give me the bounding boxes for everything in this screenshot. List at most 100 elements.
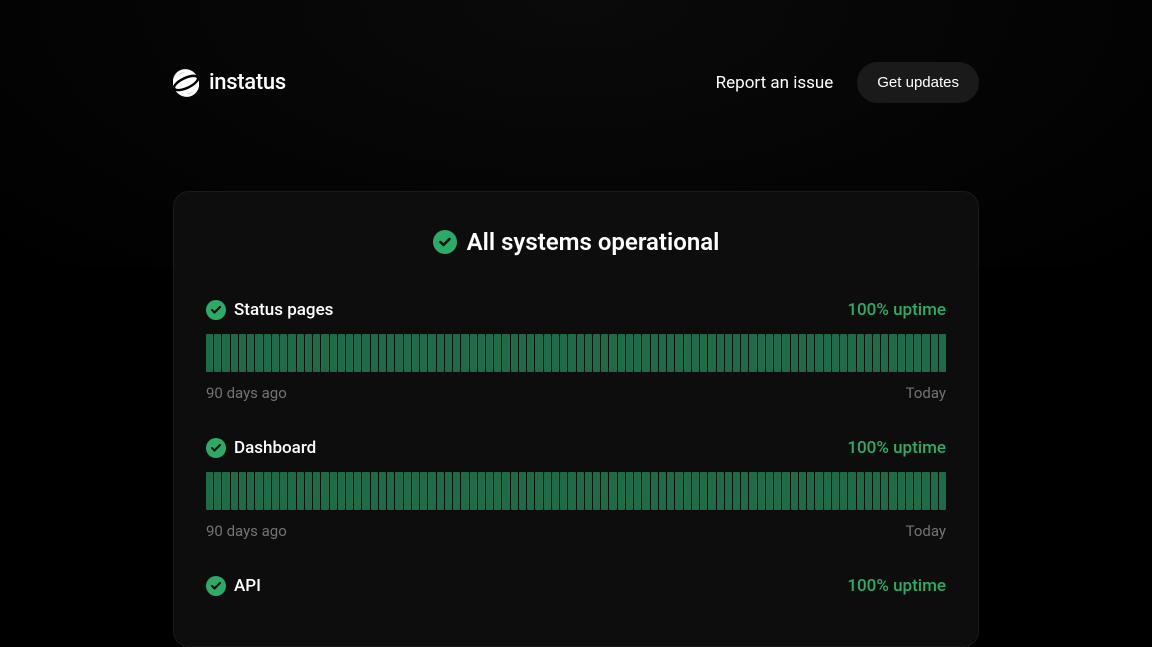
uptime-segment[interactable]: [272, 334, 279, 372]
uptime-segment[interactable]: [865, 334, 872, 372]
uptime-segment[interactable]: [354, 472, 361, 510]
uptime-segment[interactable]: [577, 472, 584, 510]
uptime-segment[interactable]: [914, 472, 921, 510]
uptime-segment[interactable]: [766, 334, 773, 372]
uptime-segment[interactable]: [371, 334, 378, 372]
uptime-segment[interactable]: [502, 334, 509, 372]
uptime-segment[interactable]: [725, 334, 732, 372]
uptime-segment[interactable]: [297, 334, 304, 372]
uptime-segment[interactable]: [330, 334, 337, 372]
uptime-segment[interactable]: [585, 472, 592, 510]
uptime-segment[interactable]: [741, 472, 748, 510]
uptime-segment[interactable]: [297, 472, 304, 510]
uptime-segment[interactable]: [791, 334, 798, 372]
uptime-segment[interactable]: [675, 472, 682, 510]
uptime-segment[interactable]: [470, 334, 477, 372]
uptime-segment[interactable]: [906, 334, 913, 372]
uptime-segment[interactable]: [659, 334, 666, 372]
uptime-segment[interactable]: [659, 472, 666, 510]
uptime-segment[interactable]: [453, 334, 460, 372]
get-updates-button[interactable]: Get updates: [857, 62, 979, 103]
uptime-segment[interactable]: [428, 472, 435, 510]
uptime-segment[interactable]: [379, 472, 386, 510]
uptime-segment[interactable]: [906, 472, 913, 510]
uptime-segment[interactable]: [222, 472, 229, 510]
uptime-segment[interactable]: [914, 334, 921, 372]
uptime-segment[interactable]: [568, 334, 575, 372]
uptime-segment[interactable]: [288, 334, 295, 372]
uptime-segment[interactable]: [247, 334, 254, 372]
uptime-segment[interactable]: [782, 334, 789, 372]
uptime-segment[interactable]: [362, 334, 369, 372]
uptime-segment[interactable]: [395, 472, 402, 510]
uptime-segment[interactable]: [717, 334, 724, 372]
uptime-segment[interactable]: [939, 472, 946, 510]
uptime-segment[interactable]: [428, 334, 435, 372]
uptime-segment[interactable]: [395, 334, 402, 372]
uptime-segment[interactable]: [593, 472, 600, 510]
uptime-segment[interactable]: [305, 472, 312, 510]
uptime-segment[interactable]: [231, 334, 238, 372]
uptime-segment[interactable]: [280, 334, 287, 372]
uptime-segment[interactable]: [412, 334, 419, 372]
uptime-segment[interactable]: [404, 472, 411, 510]
uptime-segment[interactable]: [815, 334, 822, 372]
uptime-segment[interactable]: [898, 334, 905, 372]
uptime-segment[interactable]: [552, 472, 559, 510]
uptime-segment[interactable]: [519, 334, 526, 372]
uptime-segment[interactable]: [791, 472, 798, 510]
uptime-segment[interactable]: [922, 334, 929, 372]
uptime-segment[interactable]: [379, 334, 386, 372]
uptime-segment[interactable]: [931, 472, 938, 510]
uptime-segment[interactable]: [371, 472, 378, 510]
uptime-segment[interactable]: [437, 334, 444, 372]
uptime-segment[interactable]: [461, 472, 468, 510]
uptime-segment[interactable]: [502, 472, 509, 510]
uptime-segment[interactable]: [346, 334, 353, 372]
uptime-segment[interactable]: [264, 334, 271, 372]
uptime-segment[interactable]: [758, 334, 765, 372]
uptime-segment[interactable]: [280, 472, 287, 510]
uptime-segment[interactable]: [214, 472, 221, 510]
uptime-segment[interactable]: [264, 472, 271, 510]
uptime-segment[interactable]: [857, 472, 864, 510]
uptime-segment[interactable]: [527, 472, 534, 510]
uptime-segment[interactable]: [873, 472, 880, 510]
uptime-segment[interactable]: [247, 472, 254, 510]
uptime-segment[interactable]: [601, 334, 608, 372]
uptime-segment[interactable]: [725, 472, 732, 510]
uptime-segment[interactable]: [535, 472, 542, 510]
uptime-segment[interactable]: [494, 334, 501, 372]
uptime-segment[interactable]: [832, 472, 839, 510]
uptime-segment[interactable]: [313, 334, 320, 372]
uptime-segment[interactable]: [832, 334, 839, 372]
uptime-segment[interactable]: [626, 334, 633, 372]
uptime-segment[interactable]: [881, 472, 888, 510]
uptime-segment[interactable]: [939, 334, 946, 372]
uptime-segment[interactable]: [700, 472, 707, 510]
logo[interactable]: instatus: [173, 69, 286, 97]
uptime-segment[interactable]: [840, 472, 847, 510]
uptime-segment[interactable]: [478, 472, 485, 510]
uptime-segment[interactable]: [889, 472, 896, 510]
uptime-segment[interactable]: [889, 334, 896, 372]
uptime-segment[interactable]: [593, 334, 600, 372]
uptime-segment[interactable]: [330, 472, 337, 510]
uptime-segment[interactable]: [453, 472, 460, 510]
uptime-segment[interactable]: [511, 472, 518, 510]
uptime-segment[interactable]: [651, 334, 658, 372]
uptime-segment[interactable]: [362, 472, 369, 510]
uptime-segment[interactable]: [857, 334, 864, 372]
uptime-segment[interactable]: [412, 472, 419, 510]
uptime-segment[interactable]: [667, 334, 674, 372]
uptime-segment[interactable]: [486, 334, 493, 372]
uptime-segment[interactable]: [239, 334, 246, 372]
uptime-segment[interactable]: [478, 334, 485, 372]
uptime-segment[interactable]: [346, 472, 353, 510]
uptime-segment[interactable]: [708, 472, 715, 510]
uptime-segment[interactable]: [231, 472, 238, 510]
uptime-segment[interactable]: [255, 334, 262, 372]
uptime-segment[interactable]: [420, 472, 427, 510]
uptime-segment[interactable]: [445, 472, 452, 510]
uptime-segment[interactable]: [634, 472, 641, 510]
